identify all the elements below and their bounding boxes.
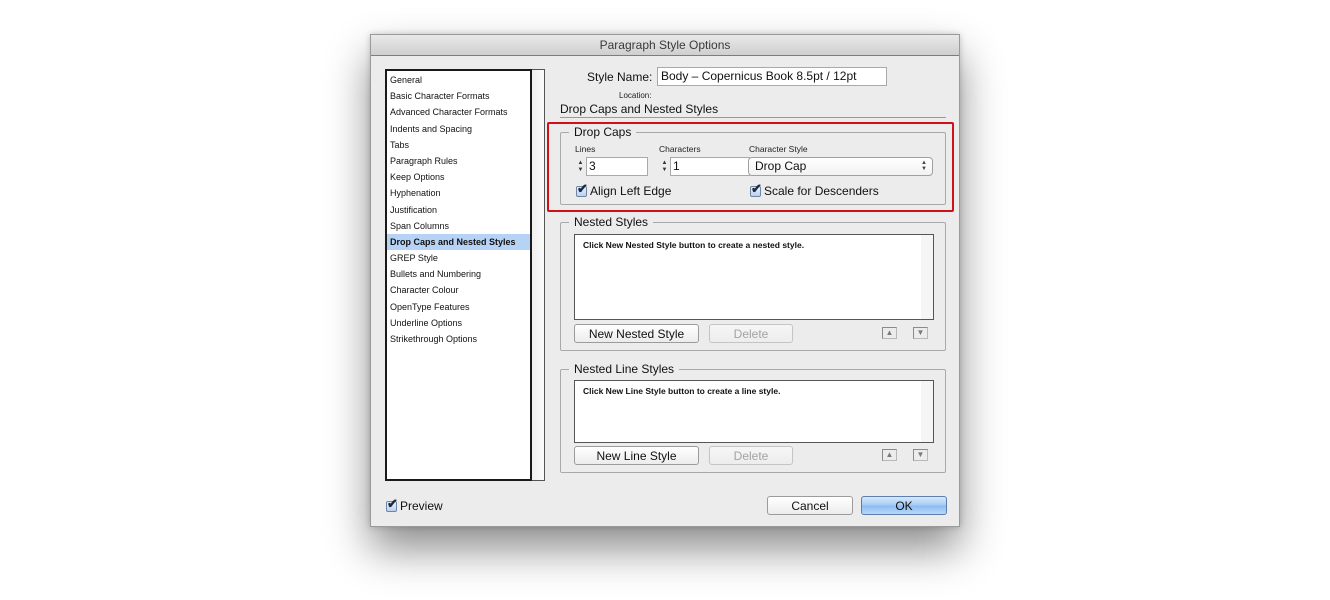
sidebar-item[interactable]: Basic Character Formats [387,88,530,104]
checkbox-box[interactable]: ✔ [386,496,398,512]
stepper-down-icon[interactable]: ▼ [578,167,584,174]
stepper-up-icon[interactable]: ▲ [578,160,584,167]
move-up-icon[interactable]: ▲ [882,449,897,461]
characters-field: ▲ ▼ 1 [659,157,750,176]
sidebar-item[interactable]: Advanced Character Formats [387,104,530,120]
character-style-label: Character Style [749,144,808,154]
sidebar-item[interactable]: OpenType Features [387,299,530,315]
drop-caps-title: Drop Caps [569,125,637,139]
delete-nested-style-button[interactable]: Delete [709,324,793,343]
lines-label: Lines [575,144,596,154]
stepper-down-icon[interactable]: ▼ [662,167,668,174]
nested-line-styles-hint: Click New Line Style button to create a … [583,386,781,396]
checkmark-icon: ✔ [577,180,588,196]
sidebar-item[interactable]: Hyphenation [387,185,530,201]
character-style-select[interactable]: Drop Cap ▲ ▼ [748,157,933,176]
characters-input[interactable]: 1 [670,157,750,176]
lines-field: ▲ ▼ 3 [575,157,648,176]
nested-styles-scrollbar[interactable] [921,235,933,319]
scale-for-descenders-checkbox[interactable]: ✔ Scale for Descenders [750,181,879,198]
sidebar-item[interactable]: Bullets and Numbering [387,266,530,282]
nested-line-styles-scrollbar[interactable] [921,381,933,442]
character-style-value: Drop Cap [755,159,807,173]
section-divider [560,117,946,118]
sidebar-item[interactable]: Underline Options [387,315,530,331]
category-list-scrollbar[interactable] [532,69,545,481]
sidebar-item[interactable]: General [387,72,530,88]
lines-input[interactable]: 3 [586,157,648,176]
sidebar-item[interactable]: Strikethrough Options [387,331,530,347]
sidebar-item[interactable]: Keep Options [387,169,530,185]
paragraph-style-options-dialog: Paragraph Style Options General Basic Cha… [370,34,960,527]
move-down-icon[interactable]: ▼ [913,327,928,339]
window-title: Paragraph Style Options [371,35,959,56]
align-left-edge-checkbox[interactable]: ✔ Align Left Edge [576,181,672,198]
nested-line-styles-title: Nested Line Styles [569,362,680,376]
select-arrows-icon: ▲ ▼ [921,160,927,172]
nested-styles-title: Nested Styles [569,215,654,229]
sidebar-item[interactable]: Paragraph Rules [387,153,530,169]
delete-line-style-button[interactable]: Delete [709,446,793,465]
nested-styles-hint: Click New Nested Style button to create … [583,240,805,250]
sidebar-item[interactable]: Indents and Spacing [387,121,530,137]
sidebar-item[interactable]: Tabs [387,137,530,153]
move-up-icon[interactable]: ▲ [882,327,897,339]
sidebar-item[interactable]: Justification [387,202,530,218]
characters-label: Characters [659,144,701,154]
nested-styles-list[interactable]: Click New Nested Style button to create … [574,234,934,320]
new-nested-style-button[interactable]: New Nested Style [574,324,699,343]
sidebar-item[interactable]: Span Columns [387,218,530,234]
style-name-input[interactable]: Body – Copernicus Book 8.5pt / 12pt [657,67,887,86]
category-list[interactable]: General Basic Character Formats Advanced C… [385,69,532,481]
lines-stepper[interactable]: ▲ ▼ [575,158,586,175]
preview-checkbox[interactable]: ✔ Preview [386,496,443,513]
align-left-edge-label: Align Left Edge [590,184,672,198]
checkbox-box[interactable]: ✔ [576,181,588,197]
sidebar-item[interactable]: GREP Style [387,250,530,266]
scale-for-descenders-label: Scale for Descenders [764,184,879,198]
checkbox-box[interactable]: ✔ [750,181,762,197]
sidebar-item[interactable]: Character Colour [387,282,530,298]
move-down-icon[interactable]: ▼ [913,449,928,461]
sidebar-item[interactable]: Drop Caps and Nested Styles [387,233,530,251]
section-title: Drop Caps and Nested Styles [560,102,719,116]
characters-stepper[interactable]: ▲ ▼ [659,158,670,175]
ok-button[interactable]: OK [861,496,947,515]
new-line-style-button[interactable]: New Line Style [574,446,699,465]
style-name-label: Style Name: [587,70,653,84]
cancel-button[interactable]: Cancel [767,496,853,515]
checkmark-icon: ✔ [751,180,762,196]
location-label: Location: [619,91,652,100]
preview-label: Preview [400,499,443,513]
checkmark-icon: ✔ [387,495,398,511]
nested-line-styles-list[interactable]: Click New Line Style button to create a … [574,380,934,443]
stepper-up-icon[interactable]: ▲ [662,160,668,167]
